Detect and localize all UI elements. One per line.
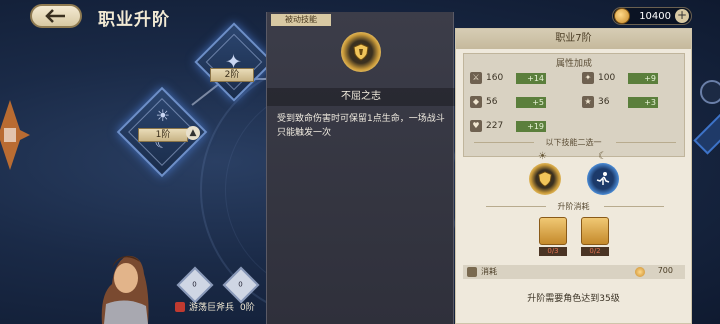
attribute-row: ⚔ 160 +14 <box>470 72 546 84</box>
sun-icon: ☀ <box>155 105 171 125</box>
skill-type-tag: 被动技能 <box>271 14 331 26</box>
hero-tier: 0阶 <box>240 303 255 313</box>
divider <box>604 206 664 207</box>
heart-icon: ♥ <box>470 120 482 132</box>
shield-icon <box>353 43 369 61</box>
currency-amount: 10400 <box>639 10 671 22</box>
level-requirement: 升阶需要角色达到35级 <box>527 294 620 304</box>
attribute-row: ♥ 227 +19 <box>470 120 546 132</box>
hero-portrait <box>101 255 149 324</box>
hero-name-row: 游荡巨斧兵 0阶 <box>175 300 255 313</box>
attribute-increase: +19 <box>516 120 546 132</box>
divider <box>616 142 676 143</box>
skill-name: 不屈之志 <box>267 88 455 106</box>
next-arrow-icon[interactable] <box>700 80 720 104</box>
consume-label: 消耗 <box>481 267 497 276</box>
skill-info-panel: 被动技能 不屈之志 受到致命伤害时可保留1点生命，一场战斗只能触发一次 <box>266 12 455 324</box>
attribute-row: ✦ 100 +9 <box>582 72 658 84</box>
shield-icon: ◆ <box>470 96 482 108</box>
rank-panel: 职业7阶 属性加成 ⚔ 160 +14 ✦ 100 +9 ◆ 56 +5 ★ 3… <box>455 28 692 324</box>
currency-display: 10400 + <box>612 7 692 25</box>
attribute-value: 36 <box>598 97 610 107</box>
attribute-row: ◆ 56 +5 <box>470 96 546 108</box>
sun-mark-icon: ☀ <box>538 151 547 162</box>
material-count-1: 0/3 <box>539 247 567 256</box>
attribute-value: 56 <box>486 97 498 107</box>
attribute-increase: +3 <box>628 96 658 108</box>
moon-mark-icon: ☾ <box>598 151 607 162</box>
shield-icon <box>538 171 552 187</box>
material-item-1[interactable] <box>539 217 567 245</box>
page-title: 职业升阶 <box>98 10 170 30</box>
consume-icon <box>467 267 477 277</box>
hero-name: 游荡巨斧兵 <box>189 303 235 313</box>
attribute-title: 属性加成 <box>555 59 592 69</box>
magic-icon: ★ <box>582 96 594 108</box>
consume-value: 700 <box>657 266 673 275</box>
moon-slot-level: 0 <box>238 280 243 289</box>
next-node-icon <box>693 109 720 155</box>
running-icon <box>596 172 610 185</box>
sword-icon: ⚔ <box>470 72 482 84</box>
skill-emblem-icon <box>341 32 381 72</box>
left-ornament-icon <box>0 100 30 170</box>
sun-slot[interactable]: 0 <box>176 266 214 304</box>
coin-icon <box>614 8 630 24</box>
consume-bar: 消耗 700 <box>463 265 685 279</box>
attribute-increase: +9 <box>628 72 658 84</box>
add-currency-button[interactable]: + <box>675 9 689 23</box>
attribute-value: 227 <box>486 121 504 131</box>
class-badge-icon <box>175 301 185 312</box>
back-button[interactable] <box>30 4 82 28</box>
game-screen: 职业升阶 10400 + ✦ 2阶 ☀ ☾ 1阶 ▲ 0 0 游荡巨斧兵 0阶 <box>0 0 720 324</box>
sun-slot-level: 0 <box>192 280 197 289</box>
coin-icon <box>635 267 645 277</box>
skill-choice-dash[interactable] <box>587 163 619 195</box>
material-count-2: 0/2 <box>581 247 609 256</box>
attribute-value: 100 <box>598 73 616 83</box>
skill-choice-shield[interactable] <box>529 163 561 195</box>
attribute-increase: +14 <box>516 72 546 84</box>
rank-title: 职业7阶 <box>456 29 691 49</box>
tier-label-2: 2阶 <box>210 68 254 82</box>
material-item-2[interactable] <box>581 217 609 245</box>
tier-label-1: 1阶 <box>138 128 188 142</box>
back-arrow-icon <box>45 9 65 23</box>
tier-up-indicator-icon: ▲ <box>186 126 200 140</box>
attribute-increase: +5 <box>516 96 546 108</box>
attribute-value: 160 <box>486 73 504 83</box>
boot-icon: ✦ <box>582 72 594 84</box>
attribute-row: ★ 36 +3 <box>582 96 658 108</box>
skill-description: 受到致命伤害时可保留1点生命，一场战斗只能触发一次 <box>277 114 445 138</box>
